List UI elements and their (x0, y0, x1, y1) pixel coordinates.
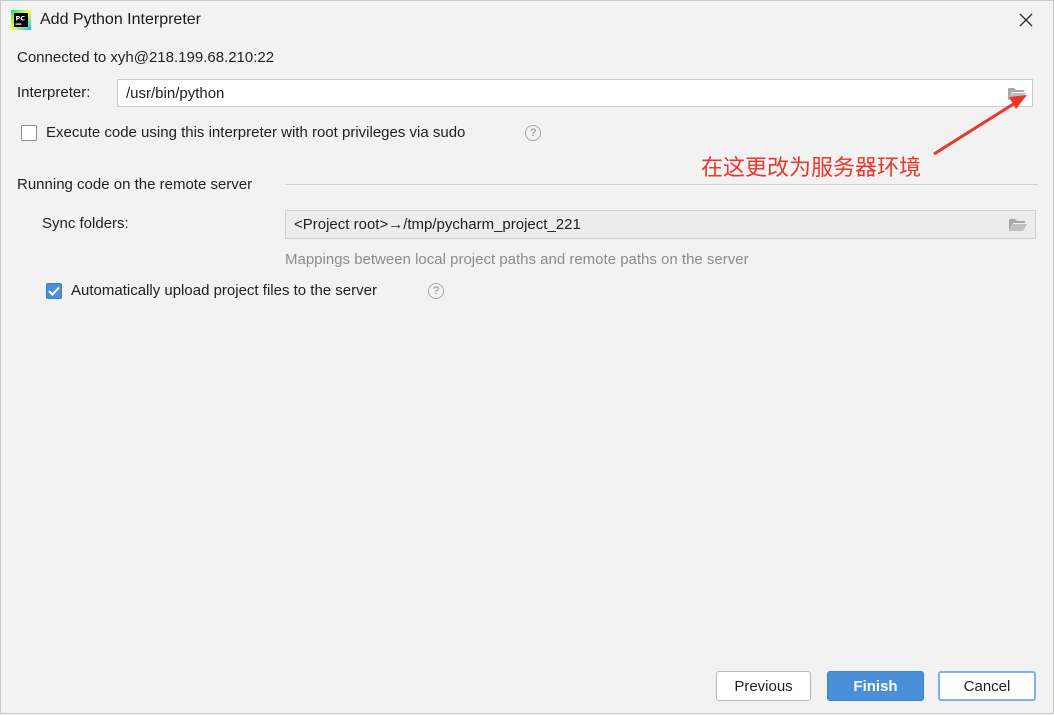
pycharm-icon: PC (11, 10, 31, 30)
window-title: Add Python Interpreter (40, 11, 201, 28)
interpreter-label: Interpreter: (17, 84, 91, 101)
auto-upload-checkbox[interactable] (46, 283, 62, 299)
close-icon[interactable] (1013, 7, 1039, 33)
checkmark-icon (48, 286, 60, 296)
folder-icon[interactable] (1006, 85, 1028, 103)
connection-status: Connected to xyh@218.199.68.210:22 (17, 49, 275, 66)
cancel-button[interactable]: Cancel (938, 671, 1036, 701)
auto-upload-label[interactable]: Automatically upload project files to th… (71, 282, 377, 299)
folder-icon[interactable] (1007, 216, 1029, 234)
sudo-checkbox[interactable] (21, 125, 37, 141)
add-python-interpreter-dialog: PC Add Python Interpreter Connected to x… (0, 0, 1054, 714)
annotation-arrow (933, 95, 1027, 156)
help-icon[interactable]: ? (428, 283, 444, 299)
interpreter-path-field[interactable]: /usr/bin/python (117, 79, 1033, 107)
interpreter-path-value[interactable]: /usr/bin/python (126, 85, 224, 102)
sudo-label[interactable]: Execute code using this interpreter with… (46, 124, 465, 141)
sync-folders-hint: Mappings between local project paths and… (285, 251, 749, 268)
help-icon[interactable]: ? (525, 125, 541, 141)
section-divider (285, 184, 1038, 185)
title-bar: PC Add Python Interpreter (1, 1, 1053, 39)
sync-folders-value[interactable]: <Project root>→/tmp/pycharm_project_221 (294, 216, 581, 233)
svg-text:PC: PC (16, 15, 26, 23)
sync-folders-label: Sync folders: (42, 215, 129, 232)
annotation-note: 在这更改为服务器环境 (701, 156, 922, 181)
sync-folders-field[interactable]: <Project root>→/tmp/pycharm_project_221 (285, 210, 1036, 239)
previous-button[interactable]: Previous (716, 671, 811, 701)
finish-button[interactable]: Finish (827, 671, 924, 701)
remote-section-title: Running code on the remote server (17, 176, 253, 193)
